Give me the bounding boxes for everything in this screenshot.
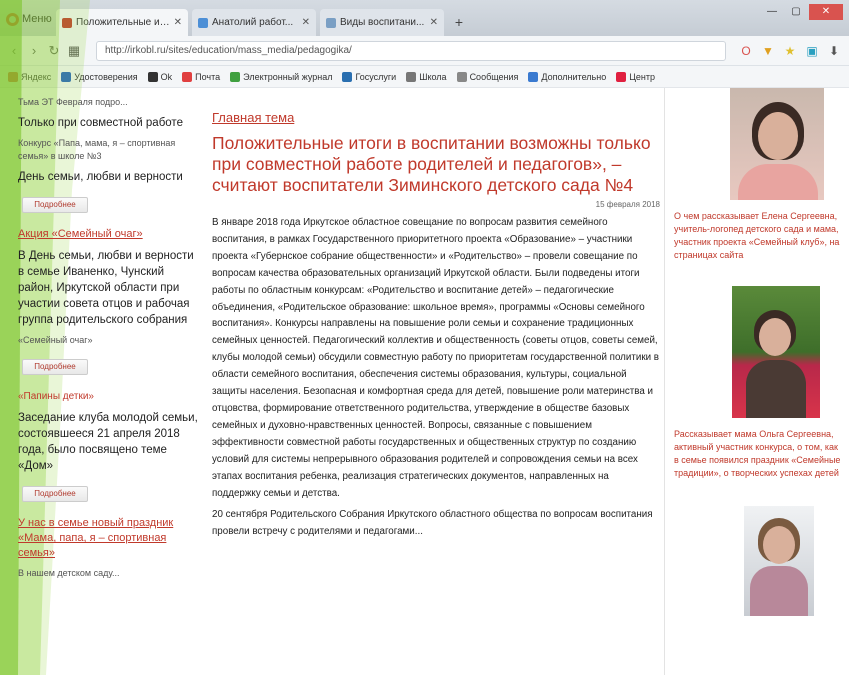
bookmark-favicon-icon <box>406 71 417 82</box>
bookmark-favicon-icon <box>61 71 72 82</box>
more-button[interactable]: Подробнее <box>22 486 88 502</box>
maximize-icon[interactable]: ▢ <box>785 4 807 20</box>
window-controls: — ▢ ✕ <box>761 4 843 20</box>
minimize-icon[interactable]: — <box>761 4 783 20</box>
forward-icon[interactable]: › <box>26 43 42 59</box>
vpn-icon[interactable]: ▼ <box>760 43 776 59</box>
bookmark-label: Центр <box>629 71 655 82</box>
bookmark-favicon-icon <box>616 71 627 82</box>
bookmark-label: Госуслуги <box>355 71 397 82</box>
tab-label: Виды воспитани... <box>340 17 425 28</box>
bookmark-item[interactable]: Электронный журнал <box>230 71 333 82</box>
bookmark-item[interactable]: Яндекс <box>8 71 52 82</box>
bookmarks-bar: Яндекс Удостоверения Ok Почта Электронны… <box>0 66 849 88</box>
reload-icon[interactable]: ↻ <box>46 43 62 59</box>
bookmark-item[interactable]: Удостоверения <box>61 71 138 82</box>
column-divider <box>664 88 665 675</box>
news-link-family-hearth[interactable]: Акция «Семейный очаг» <box>18 227 198 242</box>
bookmark-favicon-icon <box>342 71 353 82</box>
photo-caption[interactable]: О чем рассказывает Елена Сергеевна, учит… <box>674 210 846 262</box>
bookmark-favicon-icon <box>456 71 467 82</box>
favicon-icon <box>62 17 72 28</box>
tab[interactable]: Анатолий работ... ✕ <box>192 9 316 36</box>
bookmark-favicon-icon <box>8 71 18 82</box>
bookmark-item[interactable]: Госуслуги <box>342 71 397 82</box>
url-field[interactable]: http://irkobl.ru/sites/education/mass_me… <box>96 41 726 61</box>
browser-tab-bar: Меню Положительные итоги ✕ Анатолий рабо… <box>0 0 849 36</box>
bookmark-label: Почта <box>195 71 221 82</box>
news-small-text: «Семейный очаг» <box>18 335 93 345</box>
bookmark-icon[interactable]: ★ <box>782 43 798 59</box>
bookmark-item[interactable]: Сообщения <box>456 71 519 82</box>
bookmark-label: Ok <box>160 71 173 82</box>
address-bar-row: ‹ › ↻ ▦ http://irkobl.ru/sites/education… <box>0 36 849 66</box>
tab-label: Анатолий работ... <box>212 17 294 28</box>
speed-dial-icon[interactable]: ▦ <box>66 43 82 59</box>
news-small-text: Конкурс «Папа, мама, я – спортивная семь… <box>18 138 176 161</box>
news-title: Только при совместной работе <box>18 117 183 129</box>
tab-label: Положительные итоги <box>76 17 170 28</box>
portrait-photo[interactable] <box>732 286 820 418</box>
snapshot-icon[interactable]: ▣ <box>804 43 820 59</box>
opera-menu-label: Меню <box>22 13 52 25</box>
main-article: Главная тема Положительные итоги в воспи… <box>212 110 660 546</box>
new-tab-button[interactable]: + <box>450 14 468 30</box>
web-page: Тьма ЭТ Февраля подро... Только при совм… <box>0 88 849 675</box>
bookmark-item[interactable]: Почта <box>182 71 221 82</box>
right-sidebar: О чем рассказывает Елена Сергеевна, учит… <box>674 88 846 616</box>
bookmark-favicon-icon <box>182 71 193 82</box>
bookmark-label: Удостоверения <box>74 71 138 82</box>
news-small-text: В нашем детском саду... <box>18 568 120 578</box>
more-button[interactable]: Подробнее <box>22 359 88 375</box>
opera-extension-icon[interactable]: O <box>738 43 754 59</box>
bookmark-label: Школа <box>419 71 447 82</box>
portrait-photo[interactable] <box>730 88 824 200</box>
article-headline: Положительные итоги в воспитании возможн… <box>212 133 651 195</box>
bookmark-item[interactable]: Школа <box>406 71 447 82</box>
bookmark-favicon-icon <box>230 71 241 82</box>
bookmark-item[interactable]: Дополнительно <box>528 71 607 82</box>
opera-logo-icon <box>6 12 19 26</box>
close-window-icon[interactable]: ✕ <box>809 4 843 20</box>
tab-close-icon[interactable]: ✕ <box>302 17 310 28</box>
tab-close-icon[interactable]: ✕ <box>174 17 182 28</box>
bookmark-item[interactable]: Ok <box>147 71 173 82</box>
news-link-new-holiday[interactable]: У нас в семье новый праздник «Мама, папа… <box>18 516 198 561</box>
more-button[interactable]: Подробнее <box>22 197 88 213</box>
photo-caption[interactable]: Рассказывает мама Ольга Сергеевна, актив… <box>674 428 846 480</box>
tab-close-icon[interactable]: ✕ <box>430 17 438 28</box>
portrait-photo[interactable] <box>744 506 814 616</box>
news-text: День семьи, любви и верности <box>18 171 183 183</box>
tab[interactable]: Виды воспитани... ✕ <box>320 9 444 36</box>
article-date: 15 февраля 2018 <box>595 200 660 209</box>
favicon-icon <box>326 17 336 28</box>
news-text: В День семьи, любви и верности в семье И… <box>18 250 194 326</box>
article-paragraph: 20 сентября Родительского Собрания Иркут… <box>212 509 653 538</box>
download-icon[interactable]: ⬇ <box>826 43 842 59</box>
section-label[interactable]: Главная тема <box>212 110 660 125</box>
bookmark-label: Дополнительно <box>541 71 607 82</box>
article-body: В январе 2018 года Иркутское областное с… <box>212 215 660 541</box>
bookmark-label: Электронный журнал <box>243 71 333 82</box>
tab-active[interactable]: Положительные итоги ✕ <box>56 9 188 36</box>
bookmark-favicon-icon <box>147 71 158 82</box>
news-text: Заседание клуба молодой семьи, состоявше… <box>18 412 198 472</box>
news-intro-line: Тьма ЭТ Февраля подро... <box>18 97 128 107</box>
bookmark-item[interactable]: Центр <box>616 71 655 82</box>
bookmark-label: Сообщения <box>469 71 519 82</box>
left-sidebar: Тьма ЭТ Февраля подро... Только при совм… <box>18 96 198 586</box>
bookmark-favicon-icon <box>528 71 539 82</box>
article-paragraph: В январе 2018 года Иркутское областное с… <box>212 217 660 499</box>
bookmark-label: Яндекс <box>21 71 52 82</box>
favicon-icon <box>198 17 208 28</box>
back-icon[interactable]: ‹ <box>6 43 22 59</box>
news-link-papa-kids[interactable]: «Папины детки» <box>18 389 198 404</box>
opera-menu-button[interactable]: Меню <box>6 10 52 28</box>
